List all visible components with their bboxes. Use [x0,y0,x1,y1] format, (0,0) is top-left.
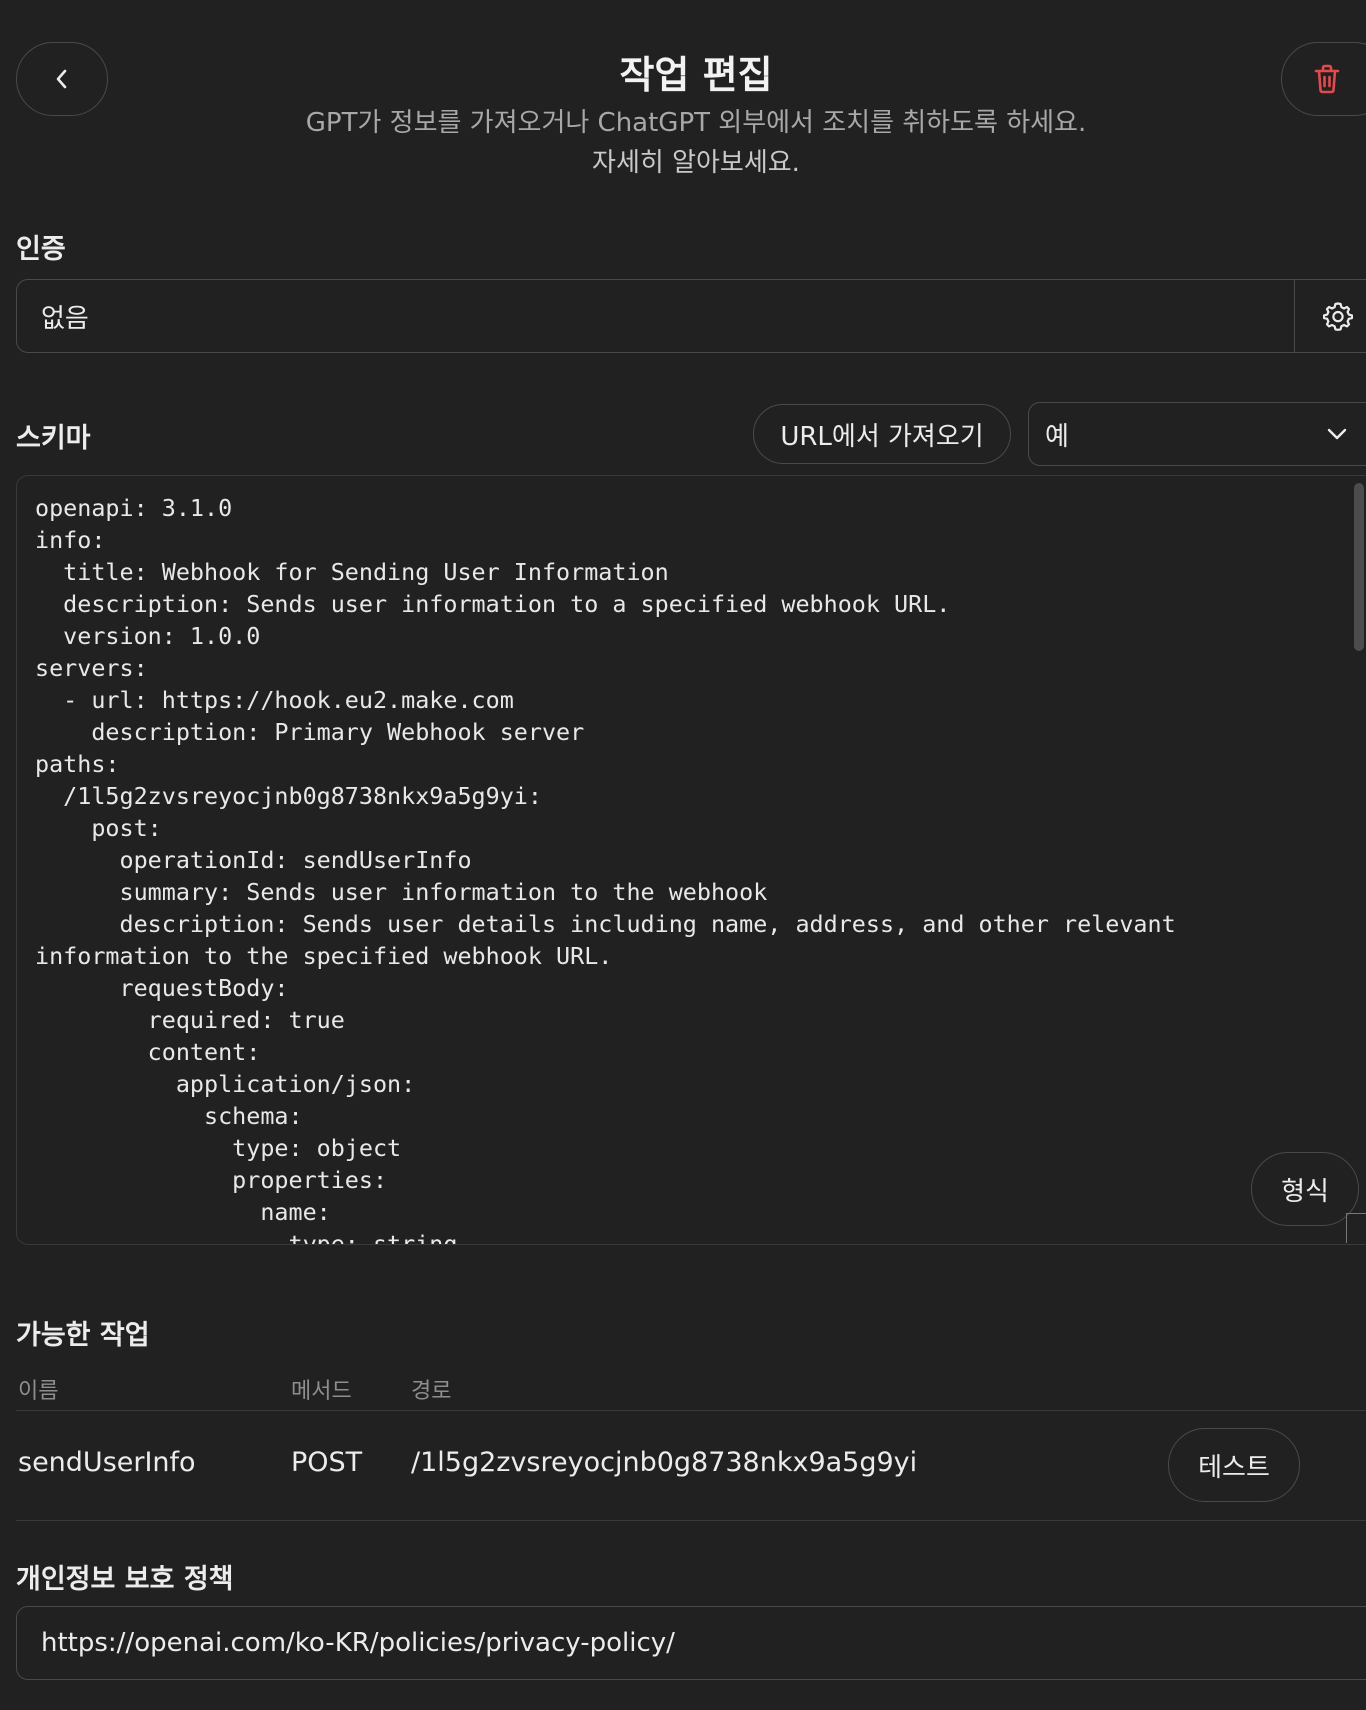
delete-button[interactable] [1281,42,1366,116]
test-button[interactable]: 테스트 [1168,1428,1300,1502]
column-header-path: 경로 [411,1379,452,1404]
example-select-value: 예 [1045,421,1069,452]
column-header-name: 이름 [18,1379,59,1404]
page-subtitle: GPT가 정보를 가져오거나 ChatGPT 외부에서 조치를 취하도록 하세요… [305,108,1087,138]
gear-icon[interactable] [1323,301,1353,331]
example-select[interactable]: 예 [1028,402,1366,466]
page-title: 작업 편집 [619,53,773,97]
format-button[interactable]: 형식 [1251,1152,1359,1226]
auth-field[interactable]: 없음 [16,279,1366,353]
chevron-down-icon [1327,428,1347,440]
trash-icon [1314,64,1340,94]
schema-editor[interactable]: openapi: 3.1.0 info: title: Webhook for … [16,475,1366,1245]
column-header-method: 메서드 [291,1379,352,1404]
import-from-url-button[interactable]: URL에서 가져오기 [753,404,1011,464]
auth-divider [1294,280,1295,352]
privacy-policy-label: 개인정보 보호 정책 [16,1564,234,1595]
table-divider [16,1520,1366,1521]
available-actions-label: 가능한 작업 [16,1320,150,1351]
schema-label: 스키마 [16,423,91,454]
privacy-policy-url: https://openai.com/ko-KR/policies/privac… [41,1628,675,1658]
action-name: sendUserInfo [18,1447,196,1478]
privacy-policy-input[interactable]: https://openai.com/ko-KR/policies/privac… [16,1606,1366,1680]
action-method: POST [291,1447,363,1478]
editor-scrollbar[interactable] [1354,483,1364,651]
learn-more-link[interactable]: 자세히 알아보세요. [0,142,1366,179]
table-divider [16,1410,1366,1411]
action-path: /1l5g2zvsreyocjnb0g8738nkx9a5g9yi [411,1447,918,1478]
auth-value: 없음 [41,303,89,334]
edit-action-page: 작업 편집 GPT가 정보를 가져오거나 ChatGPT 외부에서 조치를 취하… [0,0,1366,1710]
resize-handle[interactable] [1346,1213,1366,1243]
auth-label: 인증 [16,234,66,265]
schema-code[interactable]: openapi: 3.1.0 info: title: Webhook for … [35,492,1355,1244]
